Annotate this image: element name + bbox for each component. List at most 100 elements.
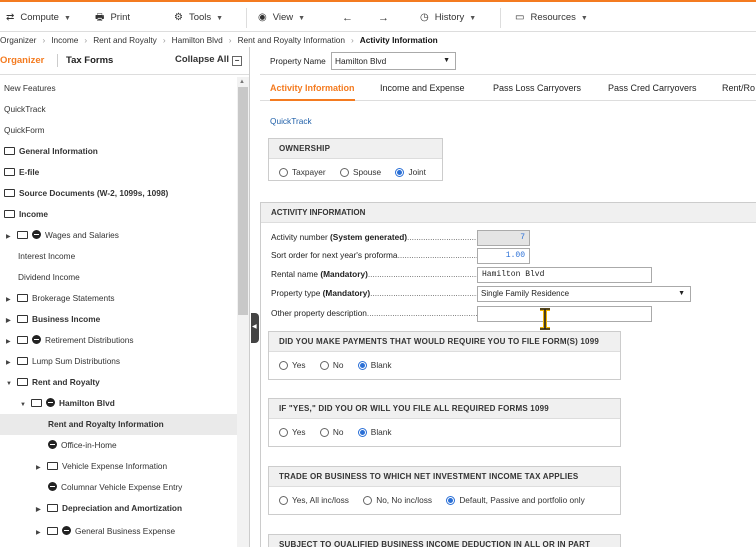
sidebar-item-depreciation[interactable]: ▶ Depreciation and Amortization (36, 498, 249, 519)
sidebar-item-new-features[interactable]: New Features (4, 78, 241, 99)
folder-icon (47, 504, 58, 512)
radio-taxpayer[interactable]: Taxpayer (279, 167, 326, 177)
form-1099-question-title: DID YOU MAKE PAYMENTS THAT WOULD REQUIRE… (269, 332, 620, 352)
tab-pass-cred-carryovers[interactable]: Pass Cred Carryovers (608, 83, 697, 93)
radio-1099-no[interactable]: No (319, 360, 343, 370)
tab-income-expense[interactable]: Income and Expense (380, 83, 465, 93)
other-property-description-input[interactable] (477, 306, 652, 322)
breadcrumb-item[interactable]: Rent and Royalty (93, 35, 157, 45)
chevron-right-icon: › (42, 35, 46, 45)
sidebar-item-efile[interactable]: E-file (4, 162, 241, 183)
folder-icon (4, 168, 15, 176)
tab-bar: Activity Information Income and Expense … (260, 75, 756, 101)
ownership-panel: OWNERSHIP Taxpayer Spouse Joint (268, 138, 443, 181)
tab-rent-royalty[interactable]: Rent/Ro (722, 83, 755, 93)
property-name-select[interactable]: Hamilton Blvd ▼ (331, 52, 456, 70)
sidebar-header: Organizer Tax Forms Collapse All − (0, 47, 249, 75)
sidebar-item-general-information[interactable]: General Information (4, 141, 241, 162)
caret-right-icon: ▶ (36, 507, 41, 513)
radio-niit-default[interactable]: Default, Passive and portfolio only (446, 495, 585, 505)
radio-1099-blank[interactable]: Blank (357, 360, 392, 370)
history-menu[interactable]: ◷ History ▼ (420, 11, 476, 25)
tools-menu[interactable]: ⚙ Tools ▼ (174, 11, 223, 25)
activity-information-section: ACTIVITY INFORMATION Activity number (Sy… (260, 202, 756, 547)
sidebar-scrollbar[interactable]: ▲ (237, 77, 249, 547)
qbi-question-panel: SUBJECT TO QUALIFIED BUSINESS INCOME DED… (268, 534, 621, 547)
breadcrumb-item[interactable]: Rent and Royalty Information (238, 35, 345, 45)
caret-down-icon: ▼ (20, 402, 26, 408)
sidebar-item-brokerage[interactable]: ▶ Brokerage Statements (6, 288, 243, 309)
history-icon: ◷ (420, 12, 429, 23)
sidebar-item-rent-royalty-information[interactable]: Rent and Royalty Information (0, 414, 237, 435)
breadcrumb: Organizer › Income › Rent and Royalty › Hamilt… (0, 33, 756, 47)
toolbar: ⇄ Compute ▼ 🖶 Print ⚙ Tools ▼ ◉ View ▼ ← → ◷ His… (0, 2, 756, 32)
radio-niit-no[interactable]: No, No inc/loss (363, 495, 432, 505)
niit-question-title: TRADE OR BUSINESS TO WHICH NET INVESTMEN… (269, 467, 620, 487)
arrow-right-icon: → (378, 12, 389, 24)
caret-right-icon: ▶ (36, 465, 41, 471)
forms-filed-question-title: IF "YES," DID YOU OR WILL YOU FILE ALL R… (269, 399, 620, 419)
sidebar-item-business-income[interactable]: ▶ Business Income (6, 309, 243, 330)
radio-filed-no[interactable]: No (319, 427, 343, 437)
radio-filed-yes[interactable]: Yes (279, 427, 306, 437)
form-1099-question-panel: DID YOU MAKE PAYMENTS THAT WOULD REQUIRE… (268, 331, 621, 380)
breadcrumb-item[interactable]: Organizer (0, 35, 36, 45)
sidebar-item-quickform[interactable]: QuickForm (4, 120, 241, 141)
folder-icon (4, 210, 15, 218)
status-icon (62, 526, 71, 535)
niit-options: Yes, All inc/loss No, No inc/loss Defaul… (279, 495, 597, 507)
radio-circle (319, 360, 329, 370)
field-other-description-label: Other property description (271, 308, 477, 318)
sidebar-item-quicktrack[interactable]: QuickTrack (4, 99, 241, 120)
status-icon (48, 482, 57, 491)
breadcrumb-current: Activity Information (359, 35, 438, 45)
sidebar-item-wages[interactable]: ▶ Wages and Salaries (6, 225, 243, 246)
sidebar-item-retirement[interactable]: ▶ Retirement Distributions (6, 330, 243, 351)
compute-menu[interactable]: ⇄ Compute ▼ (6, 11, 71, 25)
folder-icon (4, 189, 15, 197)
forward-button[interactable]: → (378, 11, 389, 25)
scrollbar-thumb[interactable] (238, 87, 248, 315)
rental-name-input[interactable]: Hamilton Blvd (477, 267, 652, 283)
tab-pass-loss-carryovers[interactable]: Pass Loss Carryovers (493, 83, 581, 93)
caret-right-icon: ▶ (6, 297, 11, 303)
radio-circle-selected (446, 495, 456, 505)
sidebar-item-lump-sum[interactable]: ▶ Lump Sum Distributions (6, 351, 243, 372)
sidebar-item-vehicle-expense[interactable]: ▶ Vehicle Expense Information (36, 456, 249, 477)
sidebar-item-general-business-expense[interactable]: ▶ General Business Expense (36, 521, 249, 542)
view-menu[interactable]: ◉ View ▼ (258, 11, 305, 25)
ownership-title: OWNERSHIP (269, 139, 442, 159)
radio-spouse[interactable]: Spouse (339, 167, 381, 177)
collapse-sidebar-handle[interactable] (251, 313, 259, 343)
tab-tax-forms[interactable]: Tax Forms (66, 55, 113, 66)
scroll-up-icon[interactable]: ▲ (239, 79, 245, 85)
sidebar-item-hamilton-blvd[interactable]: ▼ Hamilton Blvd (20, 393, 249, 414)
sidebar-item-interest-income[interactable]: Interest Income (18, 246, 249, 267)
sort-order-input[interactable]: 1.00 (477, 248, 530, 264)
collapse-all-button[interactable]: Collapse All − (175, 54, 242, 66)
sidebar-item-rent-royalty[interactable]: ▼ Rent and Royalty (6, 372, 243, 393)
tab-activity-information[interactable]: Activity Information (270, 83, 355, 101)
radio-filed-blank[interactable]: Blank (357, 427, 392, 437)
back-button[interactable]: ← (342, 11, 353, 25)
radio-circle (279, 495, 288, 505)
radio-niit-yes[interactable]: Yes, All inc/loss (279, 495, 349, 505)
caret-down-icon: ▼ (6, 381, 12, 387)
radio-1099-yes[interactable]: Yes (279, 360, 306, 370)
field-property-type-label: Property type (Mandatory) (271, 288, 477, 298)
print-button[interactable]: 🖶 Print (95, 11, 130, 25)
sidebar-item-source-documents[interactable]: Source Documents (W-2, 1099s, 1098) (4, 183, 241, 204)
property-type-select[interactable]: Single Family Residence ▼ (477, 286, 691, 302)
tab-organizer[interactable]: Organizer (0, 55, 44, 66)
breadcrumb-item[interactable]: Income (51, 35, 78, 45)
radio-joint[interactable]: Joint (395, 167, 426, 177)
compute-icon: ⇄ (6, 12, 15, 23)
sidebar-item-dividend-income[interactable]: Dividend Income (18, 267, 249, 288)
resources-menu[interactable]: ▭ Resources ▼ (515, 11, 588, 25)
sidebar-item-office-in-home[interactable]: Office-in-Home (48, 435, 249, 456)
breadcrumb-item[interactable]: Hamilton Blvd (172, 35, 223, 45)
sidebar-item-income[interactable]: Income (4, 204, 241, 225)
field-rental-name-label: Rental name (Mandatory) (271, 269, 477, 279)
sidebar-item-columnar-vehicle[interactable]: Columnar Vehicle Expense Entry (48, 477, 249, 498)
quicktrack-link[interactable]: QuickTrack (270, 116, 312, 126)
